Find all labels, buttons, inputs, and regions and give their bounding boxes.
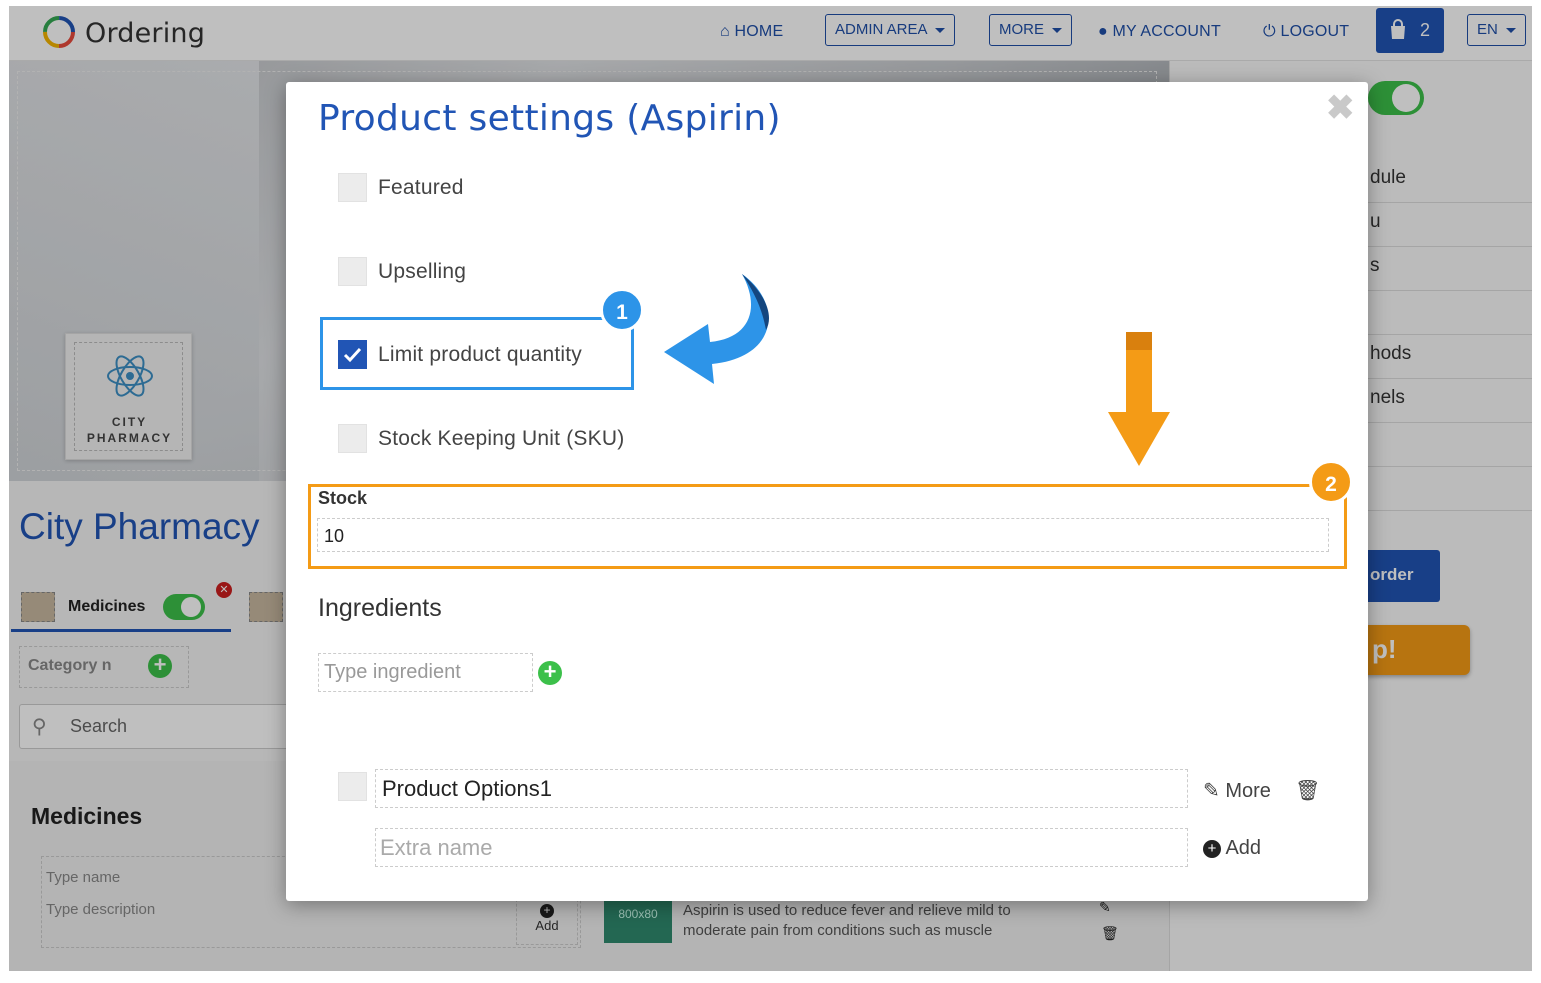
featured-checkbox[interactable] <box>338 173 367 202</box>
more-option-label: More <box>1225 780 1271 802</box>
stock-input[interactable]: 10 <box>317 518 1329 552</box>
annotation-badge-2: 2 <box>1309 460 1353 504</box>
curved-arrow-icon <box>664 274 769 384</box>
edit-icon: ✎ <box>1203 780 1220 802</box>
close-icon[interactable]: ✖ <box>1326 88 1355 128</box>
add-ingredient-icon[interactable]: + <box>538 661 562 685</box>
featured-label: Featured <box>378 176 464 199</box>
upselling-label: Upselling <box>378 260 467 283</box>
upselling-checkbox[interactable] <box>338 257 367 286</box>
stock-label: Stock <box>318 488 368 508</box>
plus-circle-icon: + <box>1203 840 1221 858</box>
sku-label: Stock Keeping Unit (SKU) <box>378 427 625 450</box>
add-extra-label: Add <box>1225 837 1262 859</box>
sku-checkbox[interactable] <box>338 424 367 453</box>
product-settings-modal: Product settings (Aspirin) ✖ Featured Up… <box>286 82 1368 901</box>
product-option-checkbox[interactable] <box>338 772 367 801</box>
product-option-name-input[interactable]: Product Options1 <box>375 769 1188 808</box>
extra-name-input[interactable]: Extra name <box>375 828 1188 867</box>
add-extra-button[interactable]: + Add <box>1203 837 1261 860</box>
more-option-button[interactable]: ✎ More <box>1203 778 1271 803</box>
ingredients-title: Ingredients <box>318 594 442 622</box>
delete-option-icon[interactable]: 🗑 <box>1295 778 1320 803</box>
annotation-badge-1: 1 <box>600 288 644 332</box>
ingredient-input[interactable]: Type ingredient <box>318 653 533 692</box>
annotation-highlight-limit-quantity <box>320 317 634 390</box>
down-arrow-icon <box>1108 332 1170 466</box>
modal-title: Product settings (Aspirin) <box>318 98 781 139</box>
